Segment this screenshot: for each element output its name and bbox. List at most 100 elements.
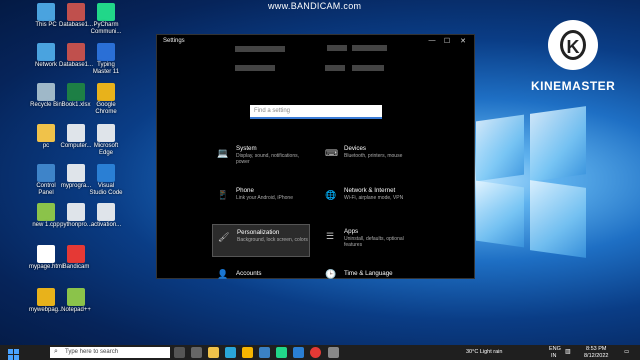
- app-icon: [37, 43, 55, 61]
- notification-icon[interactable]: ▭: [624, 349, 629, 355]
- desktop-icon[interactable]: Database1...: [59, 3, 93, 29]
- app-icon: [97, 83, 115, 101]
- folder-icon[interactable]: [242, 347, 253, 358]
- settings-gear-icon[interactable]: [328, 347, 339, 358]
- desktop-icon[interactable]: pythonpro...: [59, 203, 93, 229]
- minimize-button[interactable]: —: [425, 37, 439, 44]
- store-icon[interactable]: [259, 347, 270, 358]
- desktop-icon[interactable]: Visual Studio Code: [89, 164, 123, 197]
- desktop-icon[interactable]: mypage.html: [29, 245, 63, 271]
- search-placeholder: Find a setting: [254, 108, 291, 114]
- taskbar-search-text: Type here to search: [65, 349, 119, 355]
- clock-time[interactable]: 8:53 PM: [586, 346, 606, 352]
- app-icon: [67, 203, 85, 221]
- settings-category-apps[interactable]: ☰ Apps Uninstall, defaults, optional fea…: [320, 224, 418, 257]
- desktop-icon[interactable]: mywebpag...: [29, 288, 63, 314]
- desktop-icon-label: Database1...: [59, 22, 94, 28]
- desktop-icon[interactable]: Book1.xlsx: [59, 83, 93, 109]
- settings-category-network[interactable]: 🌐 Network & Internet Wi-Fi, airplane mod…: [320, 183, 418, 216]
- category-name: Personalization: [237, 229, 280, 236]
- desktop-icon-label: activation...: [90, 222, 122, 228]
- settings-category-devices[interactable]: ⌨ Devices Bluetooth, printers, mouse: [320, 141, 418, 174]
- category-name: Phone: [236, 187, 254, 194]
- title-bar[interactable]: Settings — ☐ ✕: [157, 35, 474, 49]
- region-indicator: IN: [551, 353, 557, 359]
- settings-category-phone[interactable]: 📱 Phone Link your Android, iPhone: [212, 183, 310, 216]
- cortana-icon[interactable]: [191, 347, 202, 358]
- bandicam-taskbar-icon[interactable]: [310, 347, 321, 358]
- blurred-account-info: [352, 65, 384, 71]
- desktop-icon[interactable]: Recycle Bin: [29, 83, 63, 109]
- app-icon: [37, 3, 55, 21]
- desktop-icon[interactable]: Network: [29, 43, 63, 69]
- app-icon: [37, 203, 55, 221]
- vscode-icon[interactable]: [293, 347, 304, 358]
- desktop-icon[interactable]: activation...: [89, 203, 123, 229]
- kinemaster-text: KINEMASTER: [531, 79, 616, 93]
- settings-search-input[interactable]: Find a setting: [250, 105, 382, 119]
- desktop-icon-label: Visual Studio Code: [89, 183, 123, 196]
- desktop-icon-label: This PC: [35, 22, 57, 28]
- desktop-icon-label: Recycle Bin: [30, 102, 62, 108]
- desktop-icon[interactable]: new 1.cpp: [29, 203, 63, 229]
- close-button[interactable]: ✕: [456, 37, 470, 45]
- edge-icon[interactable]: [225, 347, 236, 358]
- maximize-button[interactable]: ☐: [440, 37, 454, 45]
- windows-logo-pane: [476, 114, 524, 182]
- app-icon: [97, 3, 115, 21]
- bandicam-watermark: www.BANDICAM.com: [268, 1, 362, 11]
- desktop-icon[interactable]: pc: [29, 124, 63, 150]
- taskbar-search-input[interactable]: ⌕ Type here to search: [50, 347, 170, 358]
- pycharm-icon[interactable]: [276, 347, 287, 358]
- kinemaster-logo: K: [548, 20, 598, 70]
- app-icon: [67, 288, 85, 306]
- desktop-icon[interactable]: Control Panel: [29, 164, 63, 197]
- kinemaster-k-icon: K: [560, 30, 586, 60]
- clock-date[interactable]: 8/12/2022: [584, 353, 608, 359]
- app-icon: [67, 43, 85, 61]
- desktop-icon-label: new 1.cpp: [32, 222, 60, 228]
- desktop-icon[interactable]: This PC: [29, 3, 63, 29]
- taskbar: ⌕ Type here to search 30°C Light rain EN…: [0, 345, 640, 360]
- app-icon: [97, 43, 115, 61]
- windows-logo-pane: [530, 106, 586, 182]
- settings-window[interactable]: Settings — ☐ ✕ Find a setting 💻 System D…: [156, 34, 475, 279]
- settings-category-time-language[interactable]: 🕒 Time & Language: [320, 266, 418, 280]
- window-title: Settings: [163, 38, 185, 44]
- blurred-account-info: [325, 65, 345, 71]
- desktop-icon[interactable]: Computer...: [59, 124, 93, 150]
- language-indicator[interactable]: ENG: [549, 346, 561, 352]
- desktop-icon[interactable]: PyCharm Communi...: [89, 3, 123, 36]
- desktop-icon[interactable]: Bandicam: [59, 245, 93, 271]
- category-desc: Uninstall, defaults, optional features: [344, 236, 404, 248]
- laptop-icon: 💻: [217, 148, 229, 158]
- category-desc: Background, lock screen, colors: [237, 237, 308, 243]
- network-icon[interactable]: ▥: [565, 349, 571, 355]
- desktop-icon[interactable]: Database1...: [59, 43, 93, 69]
- task-view-icon[interactable]: [174, 347, 185, 358]
- settings-category-system[interactable]: 💻 System Display, sound, notifications, …: [212, 141, 310, 174]
- category-desc: Bluetooth, printers, mouse: [344, 153, 403, 159]
- keyboard-icon: ⌨: [325, 148, 338, 158]
- desktop: www.BANDICAM.com K KINEMASTER This PC Dat…: [0, 0, 640, 360]
- desktop-icon[interactable]: myprogra...: [59, 164, 93, 190]
- weather-text[interactable]: 30°C Light rain: [466, 349, 502, 355]
- windows-logo-pane: [530, 180, 586, 258]
- desktop-icon[interactable]: Notepad++: [59, 288, 93, 314]
- desktop-icon[interactable]: Typing Master 11: [89, 43, 123, 76]
- desktop-icon[interactable]: Microsoft Edge: [89, 124, 123, 157]
- category-desc: Link your Android, iPhone: [236, 195, 293, 201]
- desktop-icon[interactable]: Google Chrome: [89, 83, 123, 116]
- desktop-icon-label: Notepad++: [61, 307, 91, 313]
- app-icon: [37, 245, 55, 263]
- desktop-icon-label: Control Panel: [36, 183, 56, 196]
- app-icon: [37, 288, 55, 306]
- blurred-account-info: [352, 45, 387, 51]
- desktop-icon-label: Bandicam: [62, 264, 90, 270]
- settings-category-personalization[interactable]: 🖌 Personalization Background, lock scree…: [212, 224, 310, 257]
- start-windows-icon[interactable]: [8, 347, 19, 360]
- file-explorer-icon[interactable]: [208, 347, 219, 358]
- settings-category-accounts[interactable]: 👤 Accounts: [212, 266, 310, 280]
- desktop-icon-label: Computer...: [60, 143, 92, 149]
- app-icon: [67, 245, 85, 263]
